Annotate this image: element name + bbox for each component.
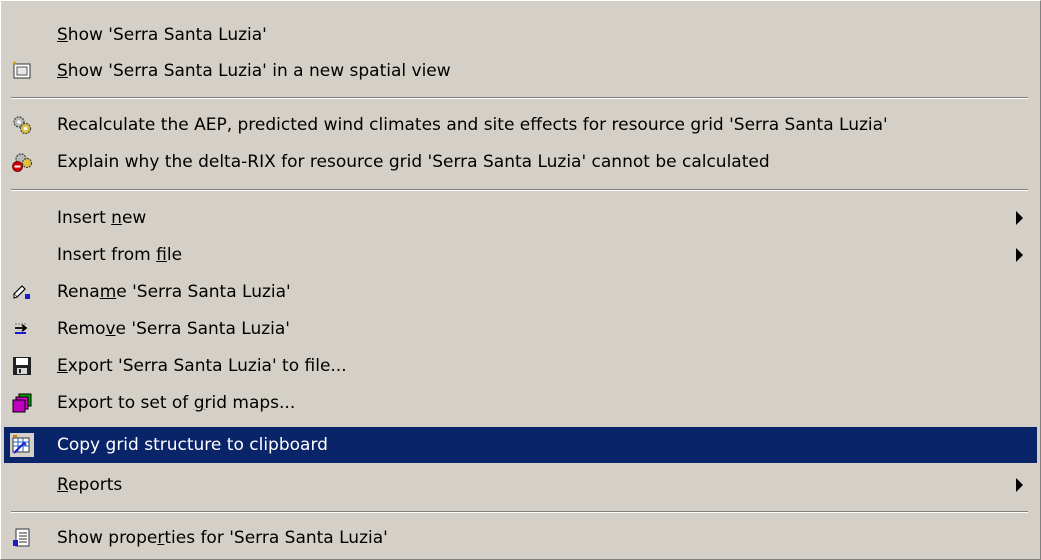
menu-separator [11,189,1028,191]
menu-item-label: Insert from file [57,245,183,265]
submenu-arrow-icon [1016,248,1023,262]
menu-item-explain-delta-rix[interactable]: Explain why the delta-RIX for resource g… [4,144,1037,180]
menu-item-reports[interactable]: Reports [4,467,1037,503]
menu-item-label: Export to set of grid maps... [57,393,296,413]
menu-item-rename[interactable]: Rename 'Serra Santa Luzia' [4,274,1037,310]
menu-item-label: Remove 'Serra Santa Luzia' [57,319,290,339]
menu-item-label: Rename 'Serra Santa Luzia' [57,282,291,302]
menu-item-label: Export 'Serra Santa Luzia' to file... [57,356,347,376]
remove-icon [12,319,32,339]
submenu-arrow-icon [1016,478,1023,492]
menu-item-show[interactable]: Show 'Serra Santa Luzia' [4,17,1037,53]
spatial-view-icon [12,61,32,81]
menu-item-show-properties[interactable]: Show properties for 'Serra Santa Luzia' [4,520,1037,556]
menu-item-insert-new[interactable]: Insert new [4,200,1037,236]
menu-item-label: Copy grid structure to clipboard [57,435,328,455]
rename-icon [12,282,32,302]
menu-item-label: Show 'Serra Santa Luzia' [57,25,267,45]
grid-maps-icon [12,393,32,413]
submenu-arrow-icon [1016,211,1023,225]
menu-item-recalculate[interactable]: Recalculate the AEP, predicted wind clim… [4,107,1037,143]
context-menu: Show 'Serra Santa Luzia' Show 'Serra San… [0,0,1041,560]
menu-item-remove[interactable]: Remove 'Serra Santa Luzia' [4,311,1037,347]
menu-item-label: Recalculate the AEP, predicted wind clim… [57,115,888,135]
menu-item-export-grid-maps[interactable]: Export to set of grid maps... [4,385,1037,421]
menu-item-copy-grid-structure[interactable]: Copy grid structure to clipboard [4,427,1037,463]
menu-item-show-spatial-view[interactable]: Show 'Serra Santa Luzia' in a new spatia… [4,53,1037,89]
menu-item-export-to-file[interactable]: Export 'Serra Santa Luzia' to file... [4,348,1037,384]
copy-grid-icon [10,433,34,457]
menu-item-label: Show 'Serra Santa Luzia' in a new spatia… [57,61,451,81]
properties-icon [12,528,32,548]
menu-separator [11,97,1028,99]
menu-item-label: Show properties for 'Serra Santa Luzia' [57,528,388,548]
gears-error-icon [12,152,33,172]
gears-icon [12,115,32,135]
menu-separator [11,511,1028,513]
menu-item-label: Reports [57,475,123,495]
menu-item-label: Insert new [57,208,147,228]
menu-item-label: Explain why the delta-RIX for resource g… [57,152,770,172]
save-icon [12,356,32,376]
menu-item-insert-from-file[interactable]: Insert from file [4,237,1037,273]
